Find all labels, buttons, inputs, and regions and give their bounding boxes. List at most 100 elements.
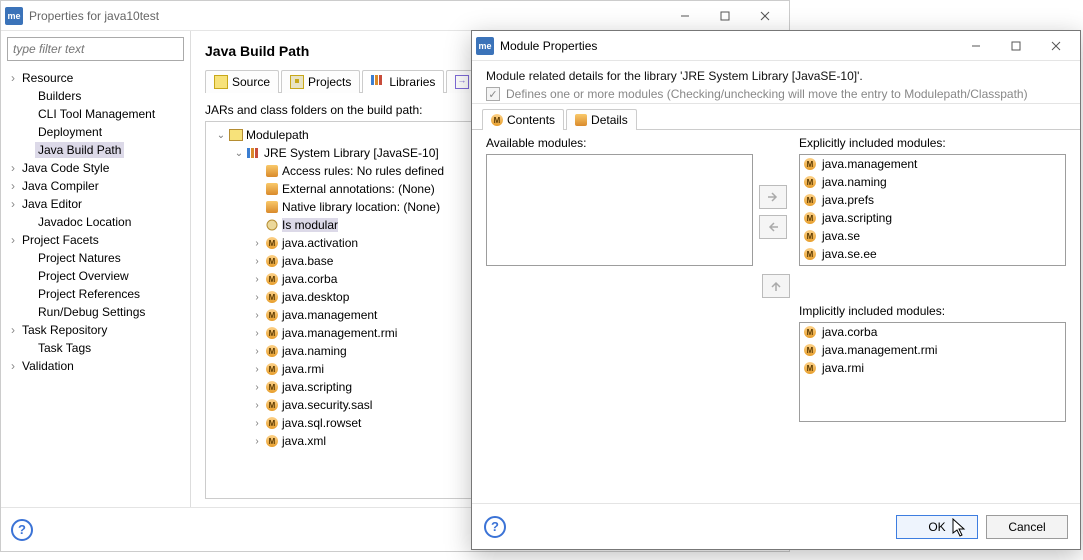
list-item[interactable]: Mjava.se.ee — [800, 245, 1065, 263]
sidebar-item-label: Project References — [35, 286, 143, 302]
tree-label: java.management.rmi — [282, 326, 397, 340]
list-item[interactable]: Mjava.rmi — [800, 359, 1065, 377]
module-icon: M — [264, 273, 280, 285]
details-icon — [575, 114, 587, 126]
sidebar-item-javadoc-location[interactable]: Javadoc Location — [5, 213, 186, 231]
module-icon: M — [804, 248, 816, 260]
sidebar-item-label: Project Facets — [19, 232, 102, 248]
module-icon: M — [264, 309, 280, 321]
is-modular-icon — [264, 219, 280, 231]
sidebar-item-java-editor[interactable]: ›Java Editor — [5, 195, 186, 213]
maximize-button[interactable] — [996, 33, 1036, 59]
tree-label: java.sql.rowset — [282, 416, 361, 430]
move-right-button[interactable] — [759, 185, 787, 209]
sidebar-item-label: Project Overview — [35, 268, 132, 284]
module-icon: M — [264, 417, 280, 429]
sidebar-item-label: Task Tags — [35, 340, 94, 356]
sidebar-item-java-compiler[interactable]: ›Java Compiler — [5, 177, 186, 195]
list-item-label: java.naming — [822, 175, 887, 189]
sidebar-item-label: Java Compiler — [19, 178, 102, 194]
modal-titlebar: me Module Properties — [472, 31, 1080, 61]
sidebar-item-label: Run/Debug Settings — [35, 304, 148, 320]
move-up-button[interactable] — [762, 274, 790, 298]
sidebar-item-task-tags[interactable]: Task Tags — [5, 339, 186, 357]
close-button[interactable] — [745, 3, 785, 29]
list-item-label: java.scripting — [822, 211, 892, 225]
tab-projects[interactable]: Projects — [281, 70, 360, 93]
explicit-modules-list[interactable]: Mjava.managementMjava.namingMjava.prefsM… — [799, 154, 1066, 266]
list-item[interactable]: Mjava.naming — [800, 173, 1065, 191]
chevron-right-icon: › — [250, 238, 264, 249]
tab-details[interactable]: Details — [566, 109, 637, 130]
module-icon: M — [804, 326, 816, 338]
available-modules-list[interactable] — [486, 154, 753, 266]
chevron-right-icon: › — [250, 400, 264, 411]
sidebar-item-builders[interactable]: Builders — [5, 87, 186, 105]
tab-libraries[interactable]: Libraries — [362, 70, 444, 93]
sidebar-item-project-overview[interactable]: Project Overview — [5, 267, 186, 285]
sidebar-item-project-natures[interactable]: Project Natures — [5, 249, 186, 267]
sidebar-item-label: Builders — [35, 88, 84, 104]
sidebar-item-cli-tool-management[interactable]: CLI Tool Management — [5, 105, 186, 123]
list-item[interactable]: Mjava.scripting — [800, 209, 1065, 227]
module-icon: M — [491, 114, 503, 126]
tree-label: java.rmi — [282, 362, 324, 376]
list-item[interactable]: Mjava.management — [800, 155, 1065, 173]
sidebar-item-label: Project Natures — [35, 250, 124, 266]
window-title: Properties for java10test — [29, 9, 665, 23]
module-icon: M — [264, 435, 280, 447]
minimize-button[interactable] — [665, 3, 705, 29]
modulepath-icon — [228, 129, 244, 141]
list-item[interactable]: Mjava.management.rmi — [800, 341, 1065, 359]
tab-source[interactable]: Source — [205, 70, 279, 93]
chevron-right-icon: › — [7, 197, 19, 211]
tree-label: java.security.sasl — [282, 398, 372, 412]
sidebar-item-resource[interactable]: ›Resource — [5, 69, 186, 87]
module-icon: M — [264, 237, 280, 249]
sidebar-item-task-repository[interactable]: ›Task Repository — [5, 321, 186, 339]
chevron-right-icon: › — [250, 328, 264, 339]
sidebar-item-project-references[interactable]: Project References — [5, 285, 186, 303]
libraries-icon — [371, 75, 385, 89]
sidebar-item-label: Java Build Path — [35, 142, 124, 158]
close-button[interactable] — [1036, 33, 1076, 59]
minimize-button[interactable] — [956, 33, 996, 59]
list-item[interactable]: Mjava.prefs — [800, 191, 1065, 209]
list-item[interactable]: Mjava.se — [800, 227, 1065, 245]
maximize-button[interactable] — [705, 3, 745, 29]
chevron-right-icon: › — [7, 359, 19, 373]
chevron-down-icon: ⌄ — [214, 130, 228, 141]
app-icon: me — [5, 7, 23, 25]
native-library-icon — [264, 201, 280, 213]
implicit-modules-list[interactable]: Mjava.corbaMjava.management.rmiMjava.rmi — [799, 322, 1066, 422]
list-item[interactable]: Mjava.corba — [800, 323, 1065, 341]
sidebar-item-deployment[interactable]: Deployment — [5, 123, 186, 141]
sidebar-item-validation[interactable]: ›Validation — [5, 357, 186, 375]
sidebar-item-label: CLI Tool Management — [35, 106, 158, 122]
help-icon[interactable]: ? — [11, 519, 33, 541]
chevron-right-icon: › — [250, 418, 264, 429]
sidebar-item-run-debug-settings[interactable]: Run/Debug Settings — [5, 303, 186, 321]
help-icon[interactable]: ? — [484, 516, 506, 538]
jre-library-icon — [246, 148, 262, 158]
ok-button[interactable]: OK — [896, 515, 978, 539]
tab-contents[interactable]: MContents — [482, 109, 564, 130]
module-icon: M — [804, 212, 816, 224]
sidebar-item-project-facets[interactable]: ›Project Facets — [5, 231, 186, 249]
list-item-label: java.se — [822, 229, 860, 243]
cancel-button[interactable]: Cancel — [986, 515, 1068, 539]
module-icon: M — [264, 399, 280, 411]
projects-icon — [290, 75, 304, 89]
tree-label: java.naming — [282, 344, 347, 358]
module-icon: M — [804, 194, 816, 206]
sidebar-item-java-build-path[interactable]: Java Build Path — [5, 141, 186, 159]
filter-input[interactable] — [7, 37, 184, 61]
sidebar-item-java-code-style[interactable]: ›Java Code Style — [5, 159, 186, 177]
chevron-right-icon: › — [7, 179, 19, 193]
access-rules-icon — [264, 165, 280, 177]
move-left-button[interactable] — [759, 215, 787, 239]
defines-modules-checkbox[interactable]: ✓ — [486, 87, 500, 101]
modal-title: Module Properties — [500, 39, 956, 53]
module-icon: M — [264, 345, 280, 357]
list-item-label: java.management — [822, 157, 917, 171]
